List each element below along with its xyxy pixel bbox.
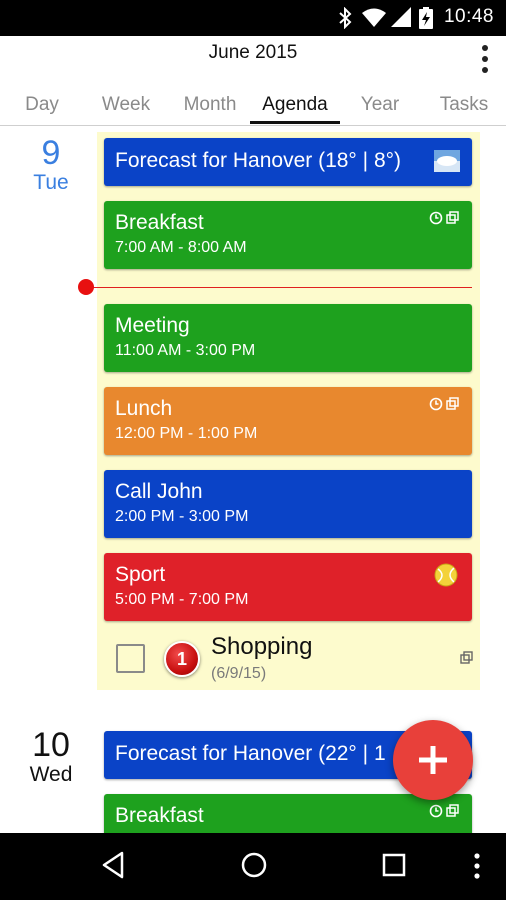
event-title: Lunch (115, 397, 173, 420)
event-time: 7:00 AM - 8:00 AM (115, 239, 247, 256)
day-number: 9 (41, 134, 61, 172)
signal-icon (391, 7, 411, 34)
alarm-icon (429, 804, 443, 823)
recents-icon[interactable] (380, 850, 408, 885)
tab-year[interactable]: Year (338, 94, 422, 116)
event-sport[interactable]: Sport 5:00 PM - 7:00 PM (104, 553, 472, 621)
back-icon[interactable] (100, 850, 126, 885)
status-time: 10:48 (443, 6, 494, 27)
tab-tasks[interactable]: Tasks (422, 94, 506, 116)
active-tab-indicator (250, 121, 340, 124)
current-time-line (86, 287, 472, 288)
event-time: 5:00 PM - 7:00 PM (115, 591, 249, 608)
app-bar: June 2015 Day Week Month Agenda Year Tas… (0, 36, 506, 126)
event-breakfast[interactable]: Breakfast (104, 794, 472, 833)
event-meeting[interactable]: Meeting 11:00 AM - 3:00 PM (104, 304, 472, 372)
task-shopping[interactable]: 1 Shopping (6/9/15) (104, 627, 474, 687)
status-bar: 10:48 (0, 0, 506, 36)
day-header[interactable]: 10 Wed (6, 727, 96, 787)
task-date: (6/9/15) (211, 665, 267, 682)
copy-icon (446, 397, 460, 416)
system-nav-bar (0, 833, 506, 900)
tab-day[interactable]: Day (0, 94, 84, 116)
more-vert-icon[interactable] (472, 852, 482, 885)
task-title: Shopping (211, 633, 313, 660)
copy-icon (446, 211, 460, 230)
more-vert-icon[interactable] (480, 44, 490, 74)
battery-charging-icon (419, 7, 433, 34)
bluetooth-icon (338, 6, 352, 34)
add-event-button[interactable] (393, 720, 473, 800)
plus-icon (419, 746, 447, 779)
event-title: Meeting (115, 314, 190, 337)
task-checkbox[interactable] (116, 644, 145, 673)
current-time-dot (78, 279, 94, 295)
event-breakfast[interactable]: Breakfast 7:00 AM - 8:00 AM (104, 201, 472, 269)
event-forecast[interactable]: Forecast for Hanover (18° | 8°) (104, 138, 472, 186)
event-title: Breakfast (115, 211, 204, 234)
event-title: Breakfast (115, 804, 204, 827)
alarm-icon (429, 397, 443, 416)
tennis-ball-icon (434, 563, 458, 592)
tab-month[interactable]: Month (168, 94, 252, 116)
copy-icon (446, 804, 460, 823)
home-icon[interactable] (239, 850, 269, 885)
event-title: Sport (115, 563, 166, 586)
event-time: 12:00 PM - 1:00 PM (115, 425, 258, 442)
event-lunch[interactable]: Lunch 12:00 PM - 1:00 PM (104, 387, 472, 455)
tab-agenda[interactable]: Agenda (252, 94, 338, 116)
day-header[interactable]: 9 Tue (6, 135, 96, 195)
event-title: Forecast for Hanover (22° | 1 (115, 742, 386, 765)
event-call-john[interactable]: Call John 2:00 PM - 3:00 PM (104, 470, 472, 538)
alarm-icon (429, 211, 443, 230)
tab-week[interactable]: Week (84, 94, 168, 116)
event-title: Forecast for Hanover (18° | 8°) (115, 149, 402, 172)
day-number: 10 (32, 726, 70, 764)
wifi-icon (362, 7, 386, 34)
day-weekday: Tue (33, 171, 69, 194)
day-weekday: Wed (29, 763, 73, 786)
weather-cloud-icon (434, 150, 460, 177)
copy-icon (460, 651, 474, 670)
page-title[interactable]: June 2015 (0, 42, 506, 64)
event-title: Call John (115, 480, 203, 503)
priority-badge: 1 (164, 641, 200, 677)
event-time: 11:00 AM - 3:00 PM (115, 342, 256, 359)
event-time: 2:00 PM - 3:00 PM (115, 508, 249, 525)
